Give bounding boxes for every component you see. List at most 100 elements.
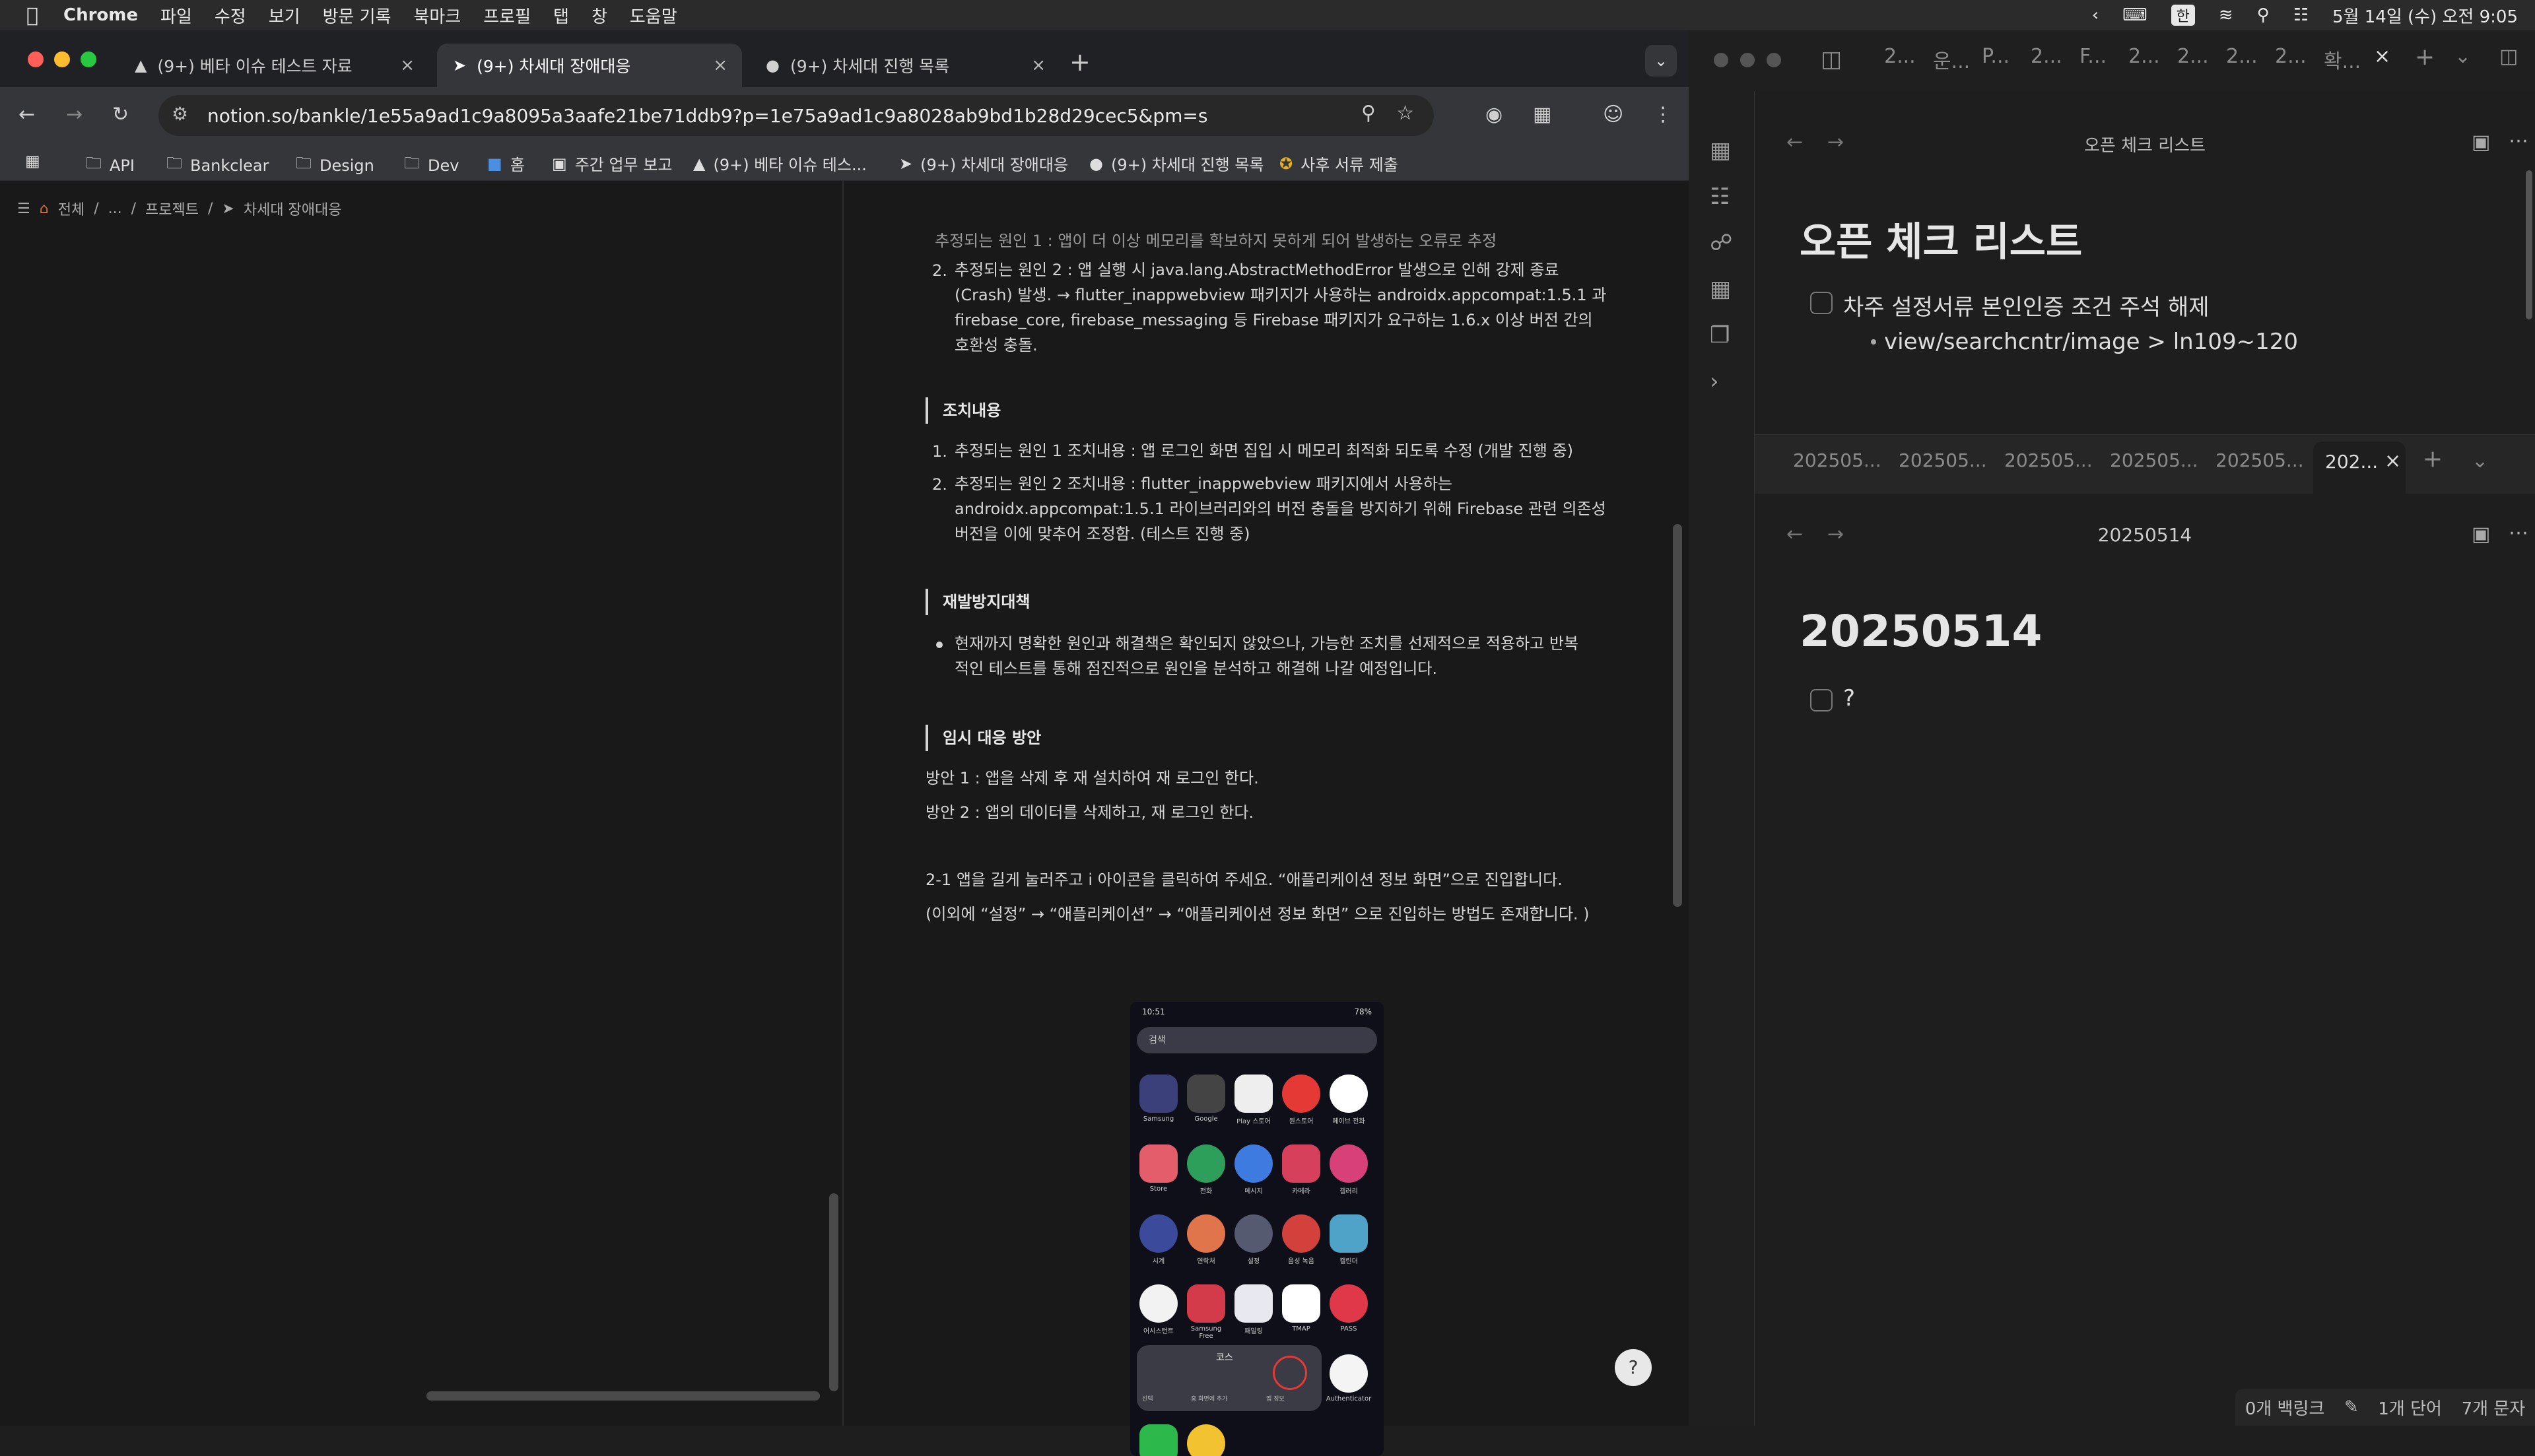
sub-item-text[interactable]: view/searchcntr/image > ln109~120 xyxy=(1884,329,2298,355)
menu-edit[interactable]: 수정 xyxy=(215,3,246,28)
obsidian-tab[interactable]: 2... xyxy=(2275,45,2307,68)
keyboard-icon[interactable]: ⌨ xyxy=(2122,5,2147,25)
open-file-icon[interactable]: ▦ xyxy=(1710,137,1731,164)
close-tab-icon[interactable]: × xyxy=(1031,55,1046,75)
copy-icon[interactable]: ❐ xyxy=(1710,322,1730,348)
obsidian-tab[interactable]: 2... xyxy=(2177,45,2209,68)
menu-app-name[interactable]: Chrome xyxy=(63,5,138,25)
help-button[interactable]: ? xyxy=(1615,1349,1652,1386)
tab-next-gen-incident[interactable]: ➤ (9+) 차세대 장애대응 × xyxy=(437,44,742,87)
right-sidebar-icon[interactable]: ◫ xyxy=(2499,45,2518,68)
zoom-window-button[interactable] xyxy=(1767,53,1781,67)
new-tab-button[interactable]: + xyxy=(1069,48,1091,77)
obsidian-tab[interactable]: 2... xyxy=(2031,45,2062,68)
left-scrollbar[interactable] xyxy=(829,1193,838,1391)
bookmark-weekly-report[interactable]: ▣ 주간 업무 보고 xyxy=(552,152,672,175)
obsidian-tab[interactable]: 202505... xyxy=(2004,449,2093,471)
obsidian-tab[interactable]: 202505... xyxy=(1899,449,1987,471)
horizontal-scrollbar[interactable] xyxy=(426,1391,820,1401)
tab-next-gen-list[interactable]: ● (9+) 차세대 진행 목록 × xyxy=(750,44,1060,87)
site-info-icon[interactable]: ⚙ xyxy=(172,103,188,125)
obsidian-tab[interactable]: 확... xyxy=(2324,45,2361,74)
more-options-icon[interactable]: ⋯ xyxy=(2509,129,2528,152)
task-text[interactable]: ? xyxy=(1843,685,1855,711)
chevron-left-icon[interactable]: ‹ xyxy=(2092,5,2099,25)
reload-icon[interactable]: ↻ xyxy=(112,103,129,126)
obsidian-tab[interactable]: 2... xyxy=(2128,45,2160,68)
reading-view-icon[interactable]: ▣ xyxy=(2472,523,2490,546)
bookmark-bankclear[interactable]: 🗀 Bankclear xyxy=(166,152,269,179)
pane-scrollbar[interactable] xyxy=(2526,170,2532,319)
new-tab-button[interactable]: + xyxy=(2423,446,2443,473)
apps-grid-icon[interactable]: ▦ xyxy=(25,152,40,170)
obsidian-tab[interactable]: 202505... xyxy=(2215,449,2304,471)
tab-list-icon[interactable]: ⌄ xyxy=(2472,449,2488,473)
bookmark-beta-issue[interactable]: ▲ (9+) 베타 이슈 테스... xyxy=(693,152,867,175)
close-tab-icon[interactable]: × xyxy=(713,55,727,75)
control-center-icon[interactable]: ☷ xyxy=(2293,5,2309,25)
new-tab-button[interactable]: + xyxy=(2415,44,2435,71)
breadcrumb-current[interactable]: 차세대 장애대응 xyxy=(244,198,342,219)
back-icon[interactable]: ← xyxy=(18,103,35,126)
menu-profile[interactable]: 프로필 xyxy=(483,3,531,28)
menu-tab[interactable]: 탭 xyxy=(553,3,569,28)
edit-icon[interactable]: ✎ xyxy=(2344,1397,2359,1417)
menu-bookmarks[interactable]: 북마크 xyxy=(414,3,461,28)
close-tab-icon[interactable]: × xyxy=(2374,45,2390,68)
obsidian-tab[interactable]: 202505... xyxy=(1793,449,1881,471)
input-method[interactable]: 한 xyxy=(2171,5,2195,26)
close-tab-icon[interactable]: × xyxy=(2384,449,2401,473)
obsidian-tab[interactable]: F... xyxy=(2079,45,2107,68)
reading-view-icon[interactable]: ▣ xyxy=(2472,131,2490,154)
tab-search-button[interactable]: ⌄ xyxy=(1645,45,1677,77)
close-window-button[interactable] xyxy=(28,51,44,67)
bookmark-star-icon[interactable]: ☆ xyxy=(1396,102,1414,125)
bookmark-progress-list[interactable]: ● (9+) 차세대 진행 목록 xyxy=(1089,152,1264,175)
wifi-icon[interactable]: ≋ xyxy=(2219,5,2233,25)
obsidian-tab[interactable]: 202505... xyxy=(2110,449,2198,471)
obsidian-tab[interactable]: 2... xyxy=(2226,45,2258,68)
sidebar-toggle-icon[interactable]: ◫ xyxy=(1821,46,1842,73)
calendar-icon[interactable]: ☷ xyxy=(1710,183,1730,210)
breadcrumb-ellipsis[interactable]: ... xyxy=(108,201,122,217)
extensions-icon[interactable]: ▦ xyxy=(1533,103,1551,126)
bookmark-incident[interactable]: ➤ (9+) 차세대 장애대응 xyxy=(899,152,1068,175)
task-text[interactable]: 차주 설정서류 본인인증 조건 주석 해제 xyxy=(1843,289,2210,321)
sidebar-toggle-icon[interactable]: ☰ xyxy=(17,201,30,217)
close-tab-icon[interactable]: × xyxy=(400,55,415,75)
forward-icon[interactable]: → xyxy=(66,103,83,126)
bookmark-documents[interactable]: ✪ 사후 서류 제출 xyxy=(1279,152,1398,175)
obsidian-tab[interactable]: P... xyxy=(1982,45,2010,68)
clock[interactable]: 5월 14일 (수) 오전 9:05 xyxy=(2332,3,2518,28)
graph-icon[interactable]: ☍ xyxy=(1710,230,1732,256)
obsidian-tab[interactable]: 운... xyxy=(1933,45,1970,74)
bookmark-home[interactable]: ■ 홈 xyxy=(487,152,525,175)
minimize-window-button[interactable] xyxy=(1740,53,1755,67)
active-tab[interactable]: 202... × xyxy=(2313,442,2406,494)
minimize-window-button[interactable] xyxy=(54,51,70,67)
breadcrumb-all[interactable]: 전체 xyxy=(58,198,84,219)
apple-icon[interactable]:  xyxy=(26,4,38,27)
terminal-icon[interactable]: › xyxy=(1710,368,1719,395)
tab-list-icon[interactable]: ⌄ xyxy=(2454,45,2471,68)
obsidian-tab[interactable]: 2... xyxy=(1884,45,1916,68)
task-checkbox[interactable] xyxy=(1810,292,1833,314)
search-icon[interactable]: ⚲ xyxy=(2257,5,2270,25)
more-menu-icon[interactable]: ⋮ xyxy=(1653,103,1673,126)
menu-file[interactable]: 파일 xyxy=(160,3,192,28)
breadcrumb-project[interactable]: 프로젝트 xyxy=(145,198,199,219)
canvas-icon[interactable]: ▦ xyxy=(1710,276,1731,302)
tab-beta-issue[interactable]: ▲ (9+) 베타 이슈 테스트 자료 × xyxy=(119,44,429,87)
more-options-icon[interactable]: ⋯ xyxy=(2509,521,2528,545)
zoom-icon[interactable]: ⚲ xyxy=(1361,102,1376,125)
menu-history[interactable]: 방문 기록 xyxy=(323,3,391,28)
close-window-button[interactable] xyxy=(1714,53,1728,67)
profile-icon[interactable]: ☺ xyxy=(1603,103,1623,126)
document-scrollbar[interactable] xyxy=(1673,524,1682,907)
zoom-window-button[interactable] xyxy=(81,51,96,67)
menu-view[interactable]: 보기 xyxy=(269,3,300,28)
backlink-count[interactable]: 0개 백링크 xyxy=(2245,1395,2325,1420)
task-checkbox[interactable] xyxy=(1810,689,1833,711)
address-bar[interactable]: ⚙ notion.so/bankle/1e55a9ad1c9a8095a3aaf… xyxy=(158,95,1434,136)
bookmark-dev[interactable]: 🗀 Dev xyxy=(404,152,459,179)
